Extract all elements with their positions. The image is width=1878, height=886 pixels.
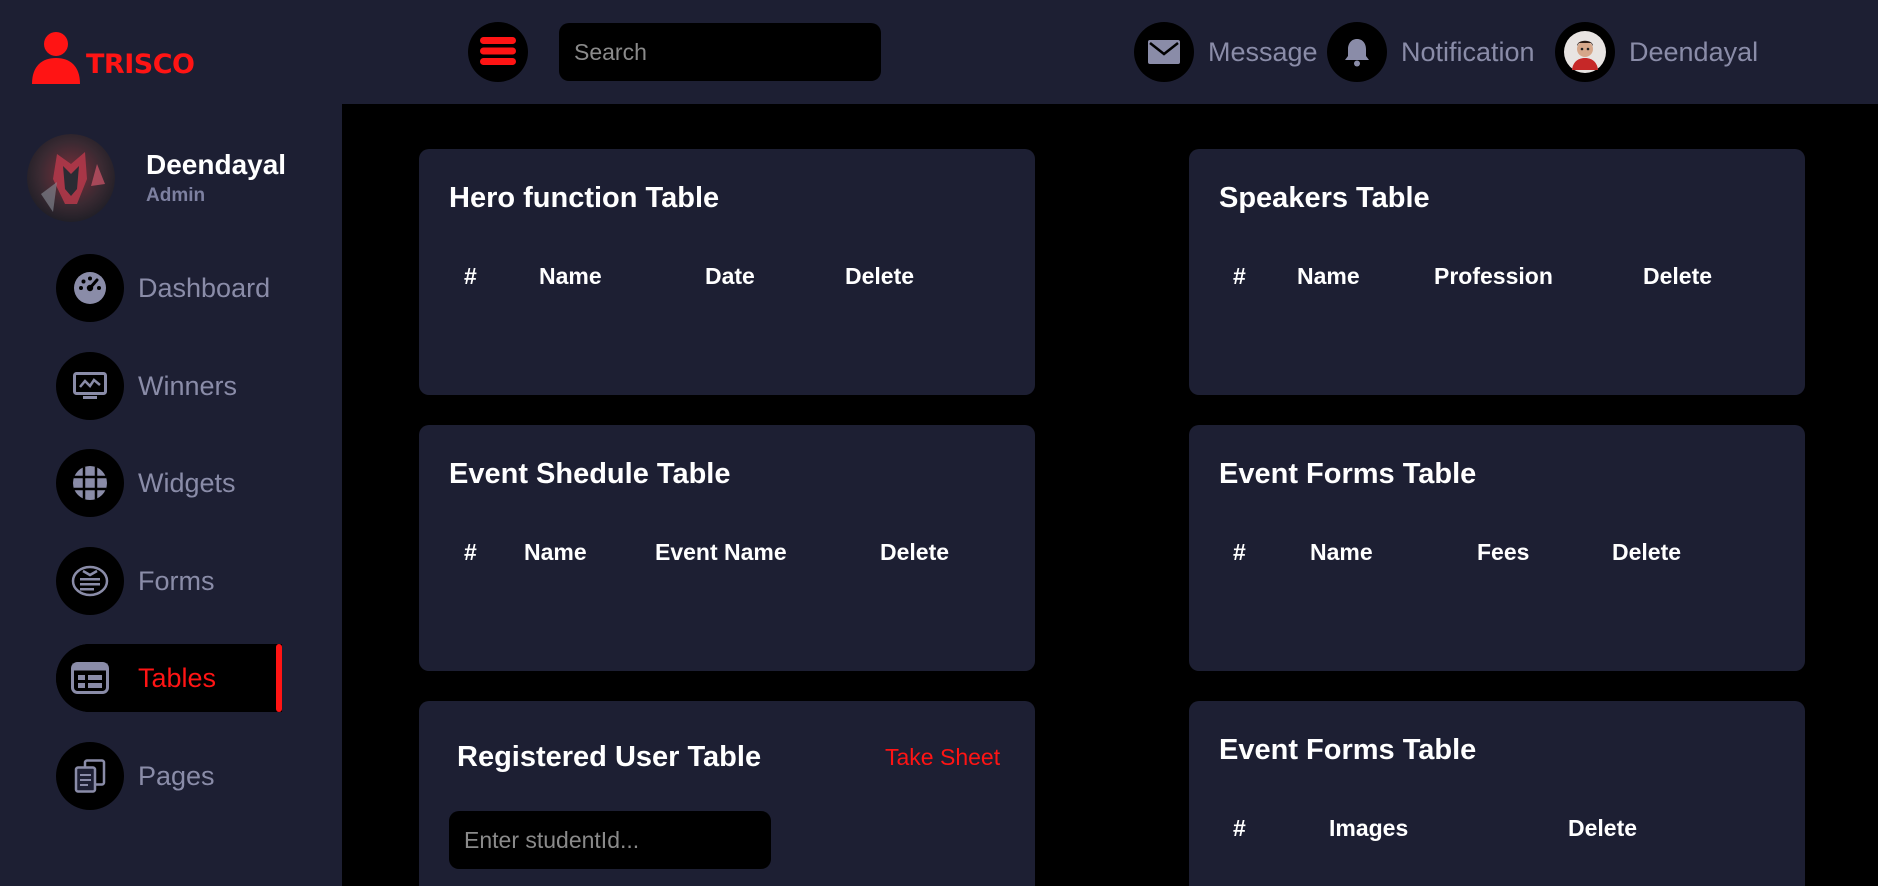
sidebar-item-forms[interactable]: Forms: [56, 547, 282, 615]
user-menu[interactable]: Deendayal: [1555, 22, 1758, 82]
column-header: Delete: [880, 539, 950, 565]
user-logo-icon: [30, 30, 82, 84]
event-schedule-table-card: Event Shedule Table # Name Event Name De…: [419, 425, 1035, 671]
column-header: #: [1233, 539, 1246, 565]
gauge-icon: [56, 254, 124, 322]
speakers-table-card: Speakers Table # Name Profession Delete: [1189, 149, 1805, 395]
copy-icon: [56, 742, 124, 810]
student-id-input[interactable]: [449, 811, 771, 869]
card-title: Event Forms Table: [1219, 734, 1477, 766]
grid-icon: [56, 449, 124, 517]
column-header: #: [1233, 815, 1246, 841]
column-header: Images: [1329, 815, 1409, 841]
column-header: Name: [1297, 263, 1360, 289]
hamburger-icon: [480, 36, 516, 68]
column-header: Profession: [1434, 263, 1553, 289]
card-title: Hero function Table: [449, 182, 720, 214]
column-header: Name: [539, 263, 602, 289]
event-forms-images-table-card: Event Forms Table # Images Delete: [1189, 701, 1805, 886]
take-sheet-link[interactable]: Take Sheet: [885, 744, 1000, 771]
notification-link[interactable]: Notification: [1327, 22, 1535, 82]
column-header: #: [464, 263, 477, 289]
message-link[interactable]: Message: [1134, 22, 1318, 82]
user-avatar: [1555, 22, 1615, 82]
brand-logo[interactable]: TRISCO: [30, 30, 195, 84]
notification-label: Notification: [1401, 36, 1535, 67]
sidebar-item-label: Forms: [138, 565, 215, 596]
sidebar-item-winners[interactable]: Winners: [56, 352, 282, 420]
event-forms-table-card: Event Forms Table # Name Fees Delete: [1189, 425, 1805, 671]
column-header: Delete: [1643, 263, 1713, 289]
envelope-icon: [1134, 22, 1194, 82]
table-icon: [56, 644, 124, 712]
column-header: Event Name: [655, 539, 787, 565]
sidebar-item-label: Widgets: [138, 467, 236, 498]
profile-block: Deendayal Admin: [27, 134, 286, 222]
sidebar: Deendayal Admin Dashboard Winners Widget…: [0, 104, 342, 886]
top-header: TRISCO Message Notification: [0, 0, 1878, 104]
sidebar-item-label: Winners: [138, 370, 238, 401]
column-header: #: [1233, 263, 1246, 289]
card-title: Event Forms Table: [1219, 458, 1477, 490]
sidebar-item-tables[interactable]: Tables: [56, 644, 282, 712]
sidebar-item-label: Pages: [138, 760, 215, 791]
profile-role: Admin: [146, 185, 206, 206]
column-header: Name: [524, 539, 587, 565]
column-header: Date: [705, 263, 755, 289]
brand-name: TRISCO: [86, 48, 195, 80]
search-input[interactable]: [559, 23, 881, 81]
message-label: Message: [1208, 36, 1318, 67]
column-header: Name: [1310, 539, 1373, 565]
sidebar-item-dashboard[interactable]: Dashboard: [56, 254, 282, 322]
bell-icon: [1327, 22, 1387, 82]
sidebar-item-label: Dashboard: [138, 272, 271, 303]
avatar: [27, 134, 115, 222]
hamburger-menu-button[interactable]: [468, 22, 528, 82]
column-header: #: [464, 539, 477, 565]
card-title: Speakers Table: [1219, 182, 1430, 214]
column-header: Delete: [845, 263, 915, 289]
sidebar-item-label: Tables: [138, 662, 217, 693]
monitor-chart-icon: [56, 352, 124, 420]
profile-name: Deendayal: [146, 149, 287, 180]
user-name-label: Deendayal: [1629, 36, 1759, 67]
sidebar-item-widgets[interactable]: Widgets: [56, 449, 282, 517]
sidebar-item-pages[interactable]: Pages: [56, 742, 282, 810]
hero-function-table-card: Hero function Table # Name Date Delete: [419, 149, 1035, 395]
registered-user-table-card: Registered User Table Take Sheet: [419, 701, 1035, 886]
column-header: Delete: [1568, 815, 1638, 841]
card-title: Registered User Table: [457, 741, 762, 773]
card-title: Event Shedule Table: [449, 458, 731, 490]
column-header: Fees: [1477, 539, 1530, 565]
form-icon: [56, 547, 124, 615]
column-header: Delete: [1612, 539, 1682, 565]
